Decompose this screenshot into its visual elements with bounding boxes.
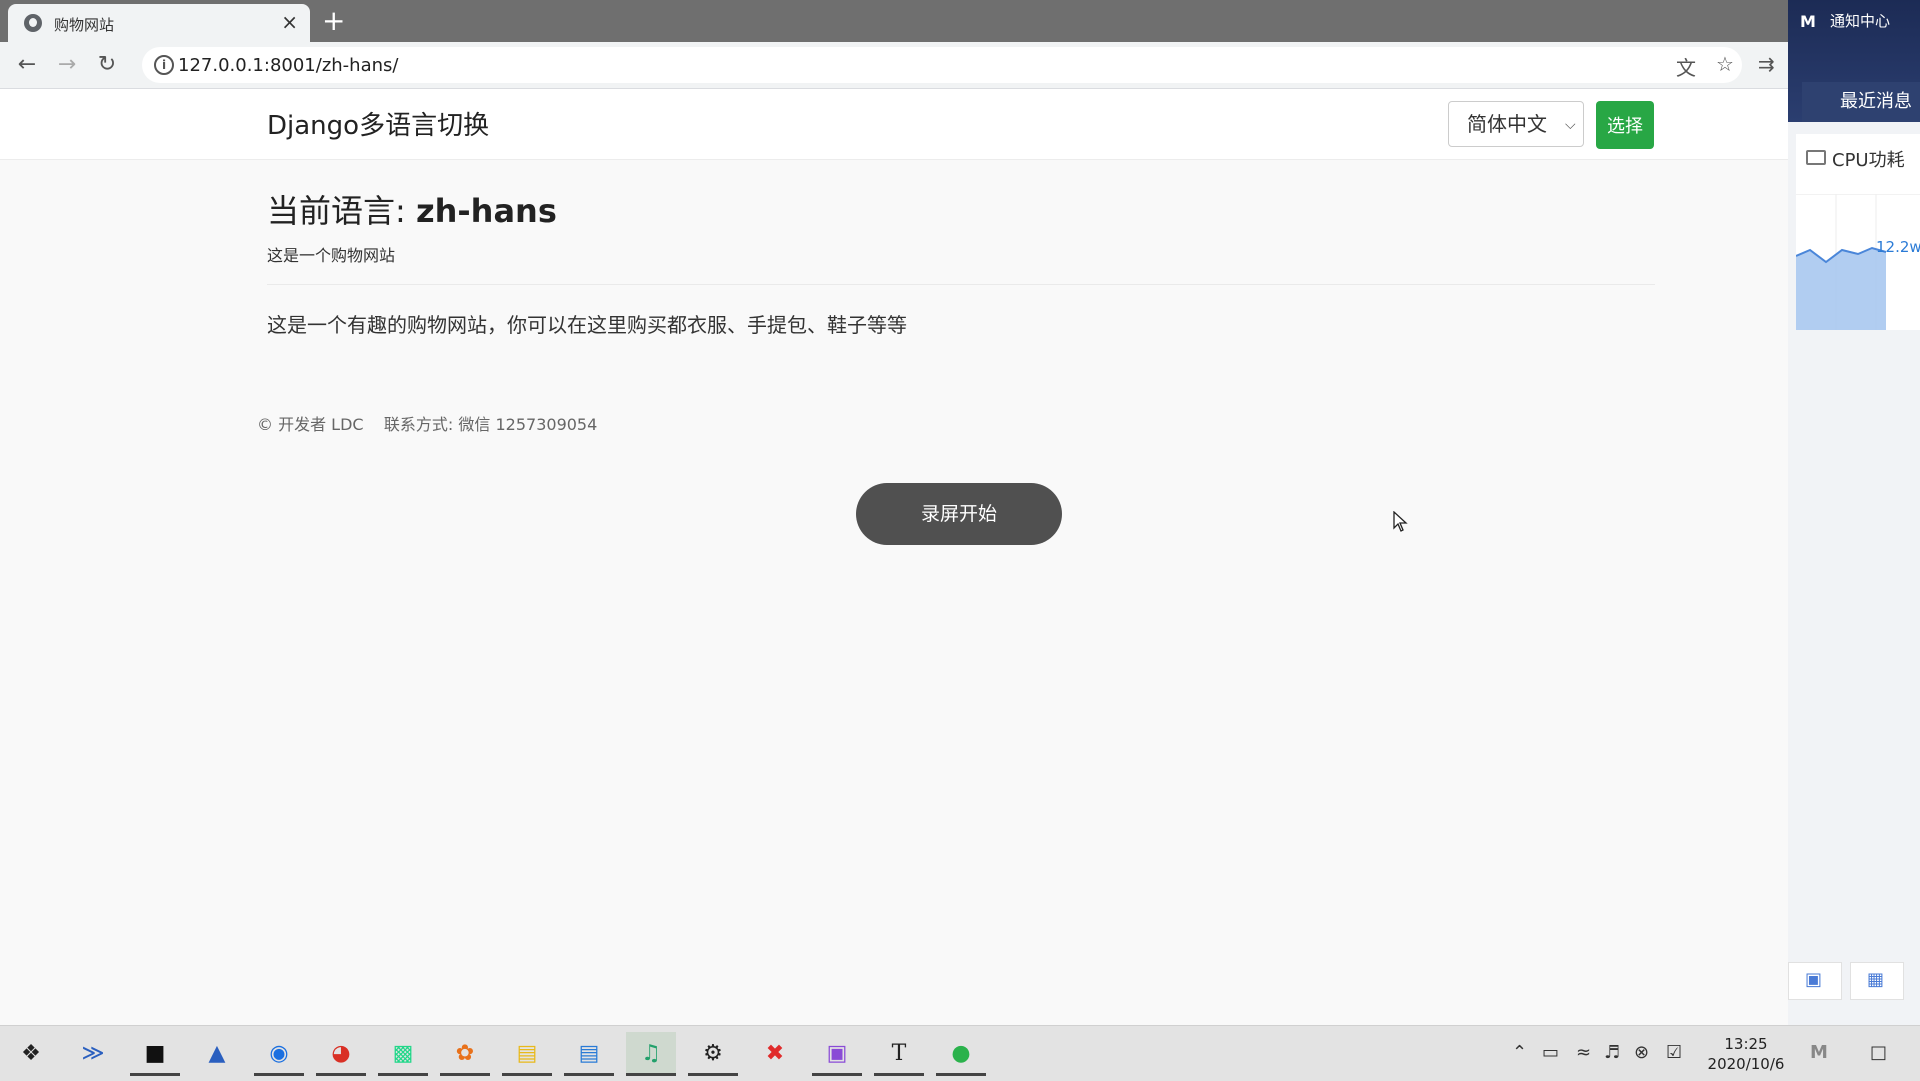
app-icon[interactable]: ▣ <box>812 1032 862 1076</box>
xmind-icon[interactable]: ✖ <box>750 1032 800 1076</box>
windows-icon[interactable]: ❖ <box>6 1032 56 1076</box>
action-center-icon[interactable]: □ <box>1870 1042 1887 1063</box>
network-icon[interactable]: ▲ <box>192 1032 242 1076</box>
typora-icon[interactable]: T <box>874 1032 924 1076</box>
browser-tab-strip: 购物网站 × + <box>0 0 1788 42</box>
music-icon[interactable]: ♫ <box>626 1032 676 1076</box>
cpu-power-label: CPU功耗 <box>1832 150 1905 171</box>
translate-icon[interactable]: 文 <box>1676 52 1696 81</box>
url-text: 127.0.0.1:8001/zh-hans/ <box>178 55 399 76</box>
wechat-icon[interactable]: ● <box>936 1032 986 1076</box>
web-page: Django多语言切换 简体中文 ⌵ 选择 当前语言: zh-hans 这是一个… <box>0 89 1788 1025</box>
bookmark-star-icon[interactable]: ☆ <box>1716 52 1734 76</box>
browser-tab[interactable]: 购物网站 × <box>8 4 310 42</box>
notification-panel: M 通知中心 最近消息 CPU功耗 12.2w ▣ ▦ <box>1788 0 1920 1025</box>
site-info-icon[interactable]: i <box>154 55 174 75</box>
cpu-power-value: 12.2w <box>1876 238 1920 256</box>
forward-arrow-icon[interactable]: → <box>52 50 82 80</box>
current-language-code: zh-hans <box>415 192 557 230</box>
taskbar: ❖ ≫ ■ ▲ ◉ ◕ ▩ ✿ ▤ ▤ ♫ ⚙ ✖ ▣ T ● ⌃ ▭ ≈ ♬ … <box>0 1025 1920 1081</box>
gear-icon[interactable]: ⚙ <box>688 1032 738 1076</box>
language-select[interactable]: 简体中文 <box>1448 101 1584 147</box>
folder-icon[interactable]: ▤ <box>502 1032 552 1076</box>
page-subtitle: 这是一个购物网站 <box>267 246 396 265</box>
volume-icon[interactable]: ♬ <box>1604 1042 1620 1063</box>
globe-icon <box>24 14 42 32</box>
panel-action-button[interactable]: ▣ <box>1788 962 1842 1000</box>
clock-time: 13:25 <box>1724 1035 1768 1053</box>
panel-action-button[interactable]: ▦ <box>1850 962 1904 1000</box>
app-logo: M <box>1800 12 1816 31</box>
checkbox-icon[interactable]: ☑ <box>1666 1042 1682 1063</box>
terminal-icon[interactable]: ■ <box>130 1032 180 1076</box>
reload-icon[interactable]: ↻ <box>92 50 122 80</box>
address-bar[interactable]: i 127.0.0.1:8001/zh-hans/ <box>142 47 1742 83</box>
mouse-cursor-icon <box>1393 511 1408 532</box>
maps-icon[interactable]: ◉ <box>254 1032 304 1076</box>
taskbar-clock[interactable]: 13:25 2020/10/6 <box>1706 1034 1786 1074</box>
screen-icon: ▣ <box>1805 969 1823 990</box>
powershell-icon[interactable]: ≫ <box>68 1032 118 1076</box>
divider <box>267 284 1655 285</box>
page-footer: © 开发者 LDC 联系方式: 微信 1257309054 <box>257 415 598 434</box>
pycharm-icon[interactable]: ▩ <box>378 1032 428 1076</box>
chevron-up-icon[interactable]: ⌃ <box>1512 1042 1527 1063</box>
back-arrow-icon[interactable]: ← <box>12 50 42 80</box>
tab-title: 购物网站 <box>54 16 115 34</box>
clock-date: 2020/10/6 <box>1707 1055 1785 1073</box>
current-language-heading: 当前语言: zh-hans <box>267 186 557 232</box>
page-description: 这是一个有趣的购物网站，你可以在这里购买都衣服、手提包、鞋子等等 <box>267 313 907 337</box>
notification-center-title: 通知中心 <box>1830 12 1891 30</box>
choose-language-button[interactable]: 选择 <box>1596 101 1654 149</box>
heading-prefix: 当前语言: <box>267 192 416 230</box>
site-title[interactable]: Django多语言切换 <box>267 105 489 142</box>
chrome-icon[interactable]: ◕ <box>316 1032 366 1076</box>
new-tab-button[interactable]: + <box>322 6 345 36</box>
calculator-icon: ▦ <box>1867 969 1885 990</box>
battery-icon <box>1806 150 1826 165</box>
browser-toolbar: ← → ↻ i 127.0.0.1:8001/zh-hans/ 文 ☆ ⇉ <box>0 42 1788 89</box>
tab-close-button[interactable]: × <box>281 10 298 34</box>
chevron-down-icon: ⌵ <box>1565 117 1576 133</box>
wifi-icon[interactable]: ≈ <box>1576 1042 1591 1063</box>
browser-icon[interactable]: ✿ <box>440 1032 490 1076</box>
page-header: Django多语言切换 简体中文 ⌵ 选择 <box>0 89 1788 160</box>
news-icon[interactable]: ▤ <box>564 1032 614 1076</box>
network-error-icon[interactable]: ⊗ <box>1634 1042 1649 1063</box>
recent-messages-tab[interactable]: 最近消息 <box>1802 82 1920 122</box>
record-start-button[interactable]: 录屏开始 <box>856 483 1062 545</box>
app-tray-logo-icon[interactable]: M <box>1810 1042 1828 1063</box>
cpu-power-sparkline <box>1796 194 1920 330</box>
cpu-power-card: CPU功耗 12.2w <box>1796 134 1920 330</box>
extension-icon[interactable]: ⇉ <box>1758 52 1775 76</box>
battery-icon[interactable]: ▭ <box>1542 1042 1559 1063</box>
